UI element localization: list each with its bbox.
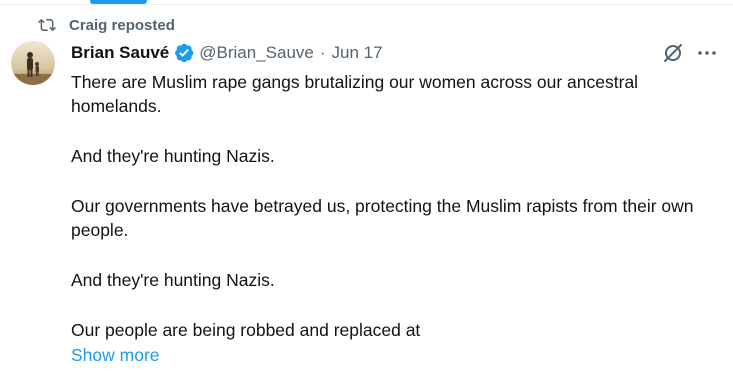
repost-context[interactable]: Craig reposted — [38, 15, 175, 35]
more-options-icon[interactable] — [696, 41, 718, 65]
repost-text: Craig reposted — [69, 16, 175, 34]
post-header: Brian Sauvé @Brian_Sauve · Jun 17 — [71, 42, 383, 64]
post-paragraph: There are Muslim rape gangs brutalizing … — [71, 72, 639, 116]
post-paragraph: Our people are being robbed and replaced… — [71, 320, 421, 340]
post-paragraph: Our governments have betrayed us, protec… — [71, 196, 694, 240]
grok-icon[interactable] — [661, 41, 685, 65]
avatar[interactable] — [11, 41, 55, 85]
show-more-link[interactable]: Show more — [71, 345, 160, 366]
post-date[interactable]: Jun 17 — [332, 43, 383, 63]
post-text: There are Muslim rape gangs brutalizing … — [71, 70, 711, 342]
post-paragraph: And they're hunting Nazis. — [71, 146, 275, 166]
repost-icon — [38, 18, 56, 32]
divider — [0, 4, 733, 5]
author-name[interactable]: Brian Sauvé — [71, 43, 169, 63]
verified-badge-icon — [175, 43, 194, 63]
post-paragraph: And they're hunting Nazis. — [71, 270, 275, 290]
separator-dot: · — [319, 43, 326, 62]
author-handle[interactable]: @Brian_Sauve — [199, 43, 314, 63]
